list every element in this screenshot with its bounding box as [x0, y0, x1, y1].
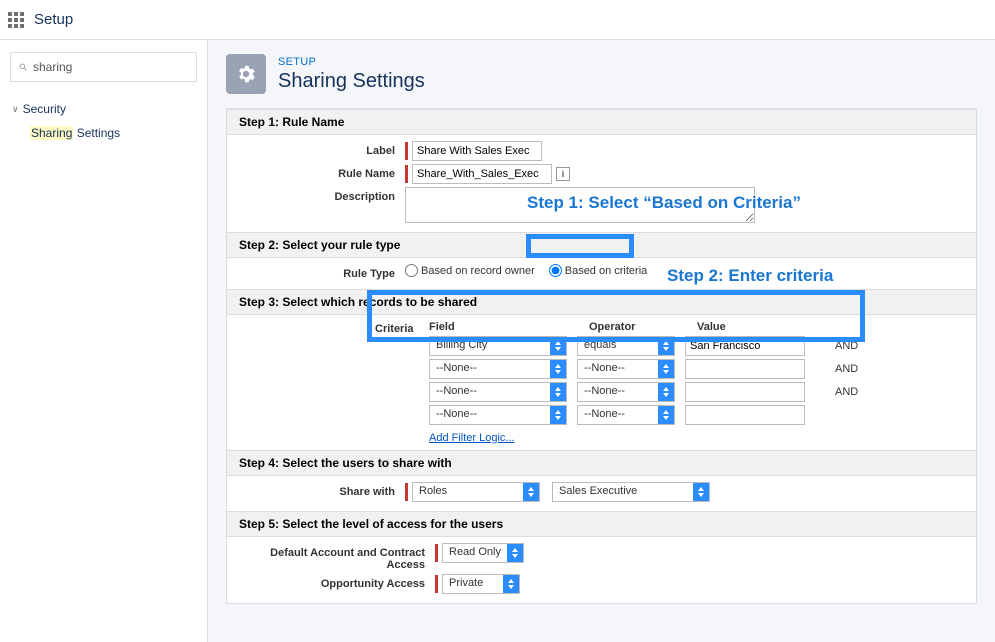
share-with-label: Share with	[235, 482, 405, 498]
criteria-label: Criteria	[375, 321, 429, 444]
search-icon	[19, 61, 27, 73]
select-arrow-icon	[693, 483, 709, 501]
sidebar-item-sharing-settings[interactable]: Sharing Settings	[10, 120, 197, 146]
quick-find-box[interactable]	[10, 52, 197, 82]
required-marker	[435, 575, 438, 593]
step2-header: Step 2: Select your rule type	[227, 232, 976, 258]
app-launcher-icon[interactable]	[8, 12, 24, 28]
required-marker	[405, 165, 408, 183]
rule-name-field-label: Rule Name	[235, 164, 405, 180]
share-with-value-select[interactable]: Sales Executive	[552, 482, 710, 502]
col-operator: Operator	[589, 321, 697, 333]
topbar-label: Setup	[34, 11, 73, 28]
radio-record-owner[interactable]: Based on record owner	[405, 264, 535, 277]
label-field-label: Label	[235, 141, 405, 157]
select-arrow-icon	[503, 575, 519, 593]
select-arrow-icon	[550, 337, 566, 355]
main-panel: SETUP Sharing Settings Step 1: Select “B…	[208, 40, 995, 642]
criteria-row: --None-- --None-- AND	[429, 359, 968, 379]
opportunity-access-label: Opportunity Access	[235, 574, 435, 590]
and-label: AND	[835, 340, 858, 352]
sidebar: ∨ Security Sharing Settings	[0, 40, 208, 642]
required-marker	[435, 544, 438, 562]
criteria-row: --None-- --None--	[429, 405, 968, 425]
col-value: Value	[697, 321, 827, 333]
and-label: AND	[835, 386, 858, 398]
form-content: Step 1: Select “Based on Criteria” Step …	[226, 108, 977, 604]
chevron-down-icon: ∨	[12, 104, 19, 115]
select-arrow-icon	[658, 337, 674, 355]
setup-gear-icon	[226, 54, 266, 94]
and-label: AND	[835, 363, 858, 375]
radio-based-criteria[interactable]: Based on criteria	[549, 264, 648, 277]
page-title: Sharing Settings	[278, 70, 425, 93]
required-marker	[405, 483, 408, 501]
select-arrow-icon	[550, 406, 566, 424]
criteria-field-select[interactable]: Billing City	[429, 336, 567, 356]
required-marker	[405, 142, 408, 160]
step4-header: Step 4: Select the users to share with	[227, 450, 976, 476]
opportunity-access-select[interactable]: Private	[442, 574, 520, 594]
select-arrow-icon	[658, 360, 674, 378]
info-icon[interactable]: i	[556, 167, 570, 181]
page-eyebrow: SETUP	[278, 56, 425, 68]
page-header: SETUP Sharing Settings	[208, 40, 995, 108]
select-arrow-icon	[550, 360, 566, 378]
select-arrow-icon	[658, 383, 674, 401]
topbar: Setup	[0, 0, 995, 40]
add-filter-logic-link[interactable]: Add Filter Logic...	[429, 432, 515, 444]
criteria-operator-select[interactable]: --None--	[577, 359, 675, 379]
criteria-field-select[interactable]: --None--	[429, 405, 567, 425]
step1-header: Step 1: Rule Name	[227, 109, 976, 135]
step3-header: Step 3: Select which records to be share…	[227, 289, 976, 315]
criteria-row: Billing City equals AND	[429, 336, 968, 356]
select-arrow-icon	[507, 544, 523, 562]
criteria-value-input[interactable]	[685, 382, 805, 402]
default-account-access-label: Default Account and Contract Access	[235, 543, 435, 571]
criteria-operator-select[interactable]: --None--	[577, 382, 675, 402]
sidebar-section-security[interactable]: ∨ Security	[10, 98, 197, 120]
criteria-field-select[interactable]: --None--	[429, 382, 567, 402]
step5-header: Step 5: Select the level of access for t…	[227, 511, 976, 537]
criteria-row: --None-- --None-- AND	[429, 382, 968, 402]
description-field-label: Description	[235, 187, 405, 203]
criteria-value-input[interactable]	[685, 359, 805, 379]
share-with-category-select[interactable]: Roles	[412, 482, 540, 502]
quick-find-input[interactable]	[33, 60, 188, 74]
select-arrow-icon	[523, 483, 539, 501]
rule-type-field-label: Rule Type	[235, 264, 405, 280]
criteria-operator-select[interactable]: --None--	[577, 405, 675, 425]
select-arrow-icon	[658, 406, 674, 424]
select-arrow-icon	[550, 383, 566, 401]
description-input[interactable]	[405, 187, 755, 223]
criteria-value-input[interactable]	[685, 336, 805, 356]
default-account-access-select[interactable]: Read Only	[442, 543, 524, 563]
criteria-field-select[interactable]: --None--	[429, 359, 567, 379]
col-field: Field	[429, 321, 589, 333]
criteria-operator-select[interactable]: equals	[577, 336, 675, 356]
rule-name-input[interactable]	[412, 164, 552, 184]
criteria-value-input[interactable]	[685, 405, 805, 425]
label-input[interactable]	[412, 141, 542, 161]
